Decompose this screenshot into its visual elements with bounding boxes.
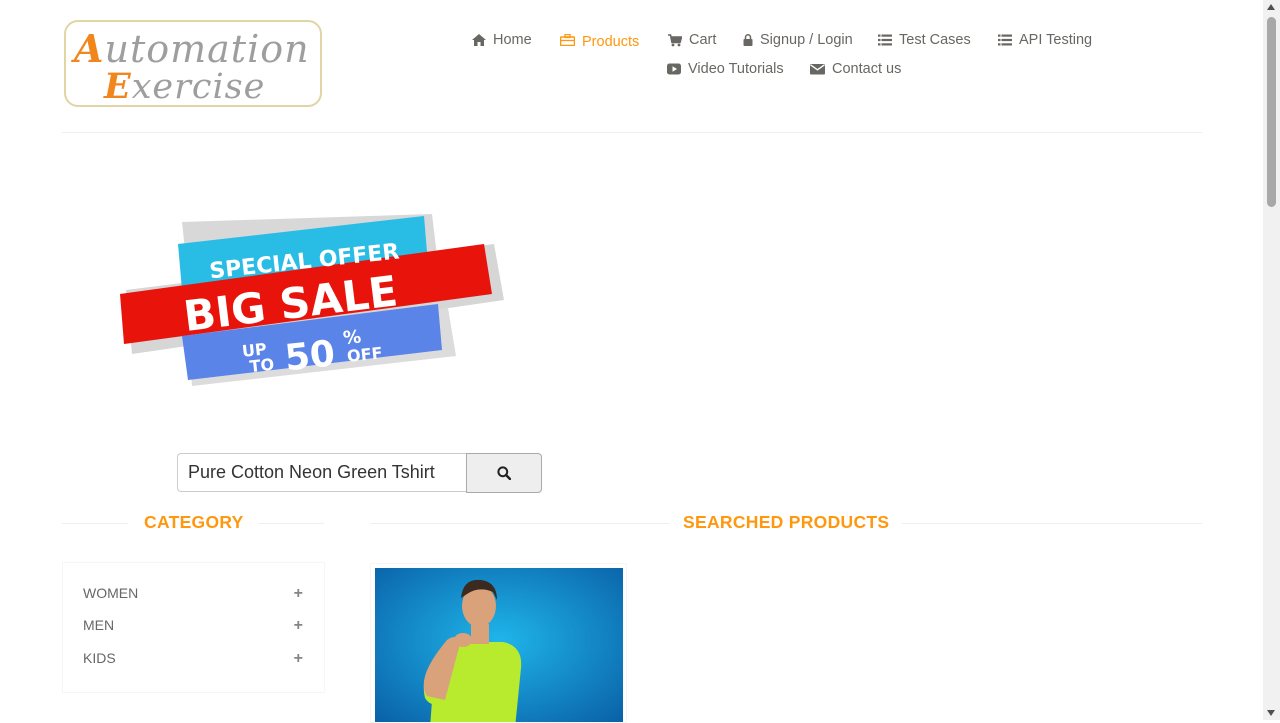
searched-products-title: Searched Products [683, 512, 890, 532]
scrollbar-thumb[interactable] [1267, 17, 1276, 207]
search-button[interactable] [466, 453, 542, 493]
category-title-rule-left [62, 523, 128, 524]
briefcase-icon [560, 34, 575, 46]
search-icon [497, 466, 511, 480]
category-item-label: KIDS [83, 650, 116, 666]
nav-signup-login[interactable]: Signup / Login [743, 32, 853, 48]
nav-home[interactable]: Home [472, 32, 532, 48]
sale-banner: SPECIAL OFFER BIG SALE UP TO 50 % OFF [120, 214, 504, 386]
scroll-up-arrow-icon[interactable] [1267, 4, 1275, 10]
category-item-kids[interactable]: KIDS + [83, 650, 303, 668]
scroll-down-arrow-icon[interactable] [1267, 710, 1275, 716]
youtube-play-icon [667, 63, 681, 75]
products-title-rule-right [902, 523, 1202, 524]
list-icon [878, 34, 892, 46]
nav-video-tutorials[interactable]: Video Tutorials [667, 61, 784, 77]
banner-off: OFF [346, 343, 383, 366]
category-item-men[interactable]: MEN + [83, 617, 303, 635]
nav-products[interactable]: Products [560, 32, 639, 50]
logo-line-2: Exercise [104, 66, 266, 107]
nav-test-cases[interactable]: Test Cases [878, 32, 971, 48]
products-title-rule-left [370, 523, 670, 524]
product-card [370, 563, 627, 723]
banner-percent: 50 [283, 333, 337, 379]
cart-icon [668, 33, 682, 46]
plus-icon[interactable]: + [294, 585, 303, 603]
category-title: Category [144, 512, 244, 532]
nav-cart[interactable]: Cart [668, 32, 716, 48]
home-icon [472, 34, 486, 46]
banner-to: TO [249, 355, 275, 376]
product-image[interactable] [375, 568, 623, 723]
logo-line-1: Automation [74, 26, 310, 71]
search-input[interactable] [177, 453, 469, 492]
site-logo[interactable]: Automation Exercise [64, 20, 322, 107]
category-item-women[interactable]: WOMEN + [83, 585, 303, 603]
list-icon [998, 34, 1012, 46]
envelope-icon [810, 64, 825, 75]
category-item-label: WOMEN [83, 585, 139, 601]
category-title-rule-right [258, 523, 324, 524]
header-divider [62, 132, 1202, 133]
nav-contact-us[interactable]: Contact us [810, 61, 901, 77]
page-scrollbar[interactable] [1263, 0, 1280, 720]
category-panel: WOMEN + MEN + KIDS + [62, 562, 325, 693]
plus-icon[interactable]: + [294, 650, 303, 668]
category-item-label: MEN [83, 617, 115, 633]
nav-api-testing[interactable]: API Testing [998, 32, 1092, 48]
plus-icon[interactable]: + [294, 617, 303, 635]
lock-icon [743, 34, 753, 46]
